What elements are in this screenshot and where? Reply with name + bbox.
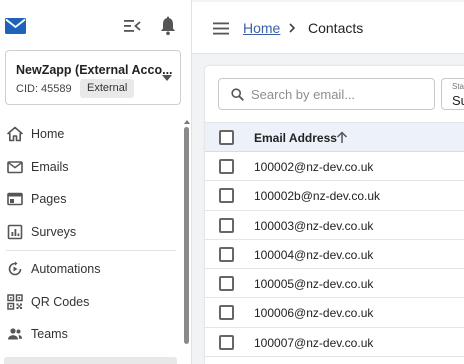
table-row[interactable]: 100004@nz-dev.co.uk: [205, 239, 464, 270]
hamburger-menu-icon[interactable]: [213, 22, 229, 35]
sidebar-item-label: Home: [31, 127, 65, 141]
row-checkbox[interactable]: [219, 188, 234, 204]
nav-divider: [6, 250, 176, 251]
sidebar-item-selected-partial[interactable]: [4, 357, 177, 364]
row-checkbox[interactable]: [219, 276, 234, 292]
qr-code-icon: [7, 293, 23, 310]
sidebar-item-home[interactable]: Home: [0, 118, 182, 151]
logo-envelope-icon: [5, 18, 26, 34]
main-content: Home Contacts Sta Su Email Address: [192, 0, 464, 364]
sidebar-item-emails[interactable]: Emails: [0, 151, 182, 184]
sort-ascending-arrow-icon[interactable]: [336, 131, 348, 144]
teams-icon: [8, 328, 22, 340]
sidebar: NewZapp (External Acco... CID: 45589 Ext…: [0, 0, 192, 364]
table-row[interactable]: 100006@nz-dev.co.uk: [205, 298, 464, 328]
sidebar-header: [0, 2, 192, 48]
column-header-email[interactable]: Email Address: [254, 131, 337, 145]
contacts-panel: Sta Su Email Address 100002@nz-dev.co.uk…: [205, 66, 464, 364]
sidebar-item-teams[interactable]: Teams: [0, 318, 182, 351]
row-checkbox[interactable]: [219, 246, 234, 262]
sidebar-item-label: Pages: [31, 192, 67, 206]
contacts-table: Email Address 100002@nz-dev.co.uk 100002…: [205, 122, 464, 358]
home-icon: [7, 126, 23, 142]
email-cell: 100003@nz-dev.co.uk: [254, 218, 374, 233]
account-cid: CID: 45589: [16, 83, 72, 95]
row-checkbox[interactable]: [219, 159, 234, 174]
breadcrumb-home-link[interactable]: Home: [243, 20, 280, 36]
sidebar-item-qr-codes[interactable]: QR Codes: [0, 286, 182, 319]
account-type-badge: External: [80, 79, 135, 98]
bell-icon[interactable]: [159, 16, 177, 36]
sidebar-item-label: Emails: [31, 159, 69, 174]
search-field[interactable]: [218, 78, 435, 110]
automation-icon: [8, 261, 22, 276]
email-cell: 100005@nz-dev.co.uk: [254, 277, 374, 292]
sidebar-item-label: Surveys: [31, 224, 77, 239]
page-header: Home Contacts: [192, 2, 464, 54]
table-row[interactable]: 100007@nz-dev.co.uk: [205, 327, 464, 358]
row-checkbox[interactable]: [219, 334, 234, 350]
table-row[interactable]: 100005@nz-dev.co.uk: [205, 269, 464, 299]
breadcrumb-current: Contacts: [308, 20, 364, 36]
status-filter-label: Sta: [452, 82, 464, 91]
row-checkbox[interactable]: [219, 305, 234, 321]
email-cell: 100007@nz-dev.co.uk: [254, 335, 374, 350]
email-cell: 100006@nz-dev.co.uk: [254, 306, 374, 321]
search-input[interactable]: [251, 79, 431, 109]
table-row[interactable]: 100003@nz-dev.co.uk: [205, 210, 464, 240]
select-all-checkbox[interactable]: [219, 130, 234, 145]
pages-icon: [7, 192, 23, 206]
sidebar-item-label: QR Codes: [31, 294, 90, 309]
sidebar-nav: Home Emails Pages Surveys Automations QR…: [0, 118, 182, 351]
table-row[interactable]: 100002@nz-dev.co.uk: [205, 152, 464, 182]
status-filter-value: Su: [452, 93, 464, 108]
row-checkbox[interactable]: [219, 217, 234, 233]
account-name: NewZapp (External Acco...: [16, 63, 173, 77]
sidebar-item-surveys[interactable]: Surveys: [0, 216, 182, 249]
scroll-up-arrow-icon[interactable]: [184, 120, 190, 124]
sidebar-item-pages[interactable]: Pages: [0, 183, 182, 216]
sidebar-item-automations[interactable]: Automations: [0, 253, 182, 286]
table-row[interactable]: 100002b@nz-dev.co.uk: [205, 181, 464, 211]
status-filter-select[interactable]: Sta Su: [441, 78, 464, 110]
collapse-menu-icon[interactable]: [124, 18, 141, 34]
table-header: Email Address: [205, 122, 464, 152]
email-cell: 100002b@nz-dev.co.uk: [254, 189, 381, 204]
survey-icon: [7, 224, 23, 239]
caret-down-icon: [162, 75, 172, 81]
email-cell: 100002@nz-dev.co.uk: [254, 160, 374, 174]
search-icon: [231, 88, 244, 101]
sidebar-scrollbar[interactable]: [184, 127, 189, 344]
account-selector[interactable]: NewZapp (External Acco... CID: 45589 Ext…: [5, 50, 181, 105]
sidebar-item-label: Automations: [31, 262, 101, 276]
chevron-right-icon: [289, 23, 296, 33]
email-cell: 100004@nz-dev.co.uk: [254, 247, 374, 262]
mail-icon: [7, 160, 23, 173]
sidebar-item-label: Teams: [31, 327, 68, 341]
